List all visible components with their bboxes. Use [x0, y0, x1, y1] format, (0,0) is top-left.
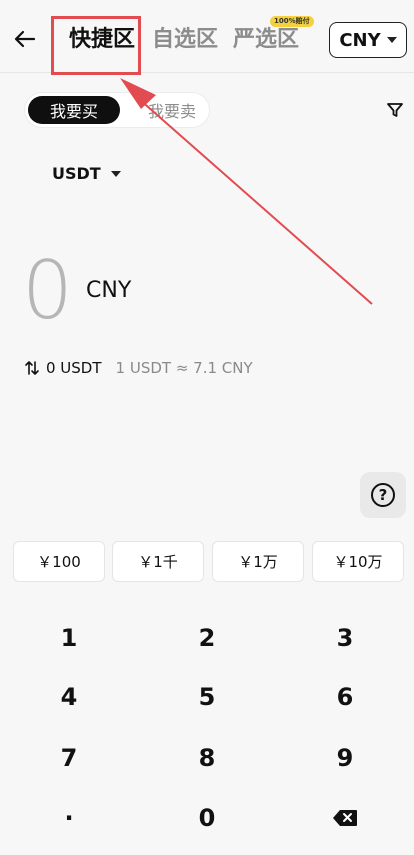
key-0[interactable]: 0 [138, 790, 276, 846]
caret-down-icon [110, 170, 121, 177]
key-backspace[interactable] [276, 790, 414, 846]
coin-label: USDT [52, 164, 101, 183]
currency-label: CNY [339, 29, 381, 51]
currency-selector[interactable]: CNY [329, 22, 407, 58]
buy-option[interactable]: 我要买 [28, 96, 120, 124]
quick-amount-10k[interactable]: ￥1万 [212, 541, 304, 582]
quick-amount-100k[interactable]: ￥10万 [312, 541, 404, 582]
conversion-amount: 0 USDT [46, 359, 102, 377]
annotation-arrow [120, 78, 373, 305]
key-8[interactable]: 8 [138, 730, 276, 786]
key-5[interactable]: 5 [138, 669, 276, 725]
conversion-row: 0 USDT 1 USDT ≈ 7.1 CNY [24, 359, 253, 377]
key-9[interactable]: 9 [276, 730, 414, 786]
help-button[interactable]: ? [360, 472, 406, 518]
sell-option[interactable]: 我要卖 [137, 96, 207, 124]
quick-amount-1k[interactable]: ￥1千 [112, 541, 204, 582]
key-1[interactable]: 1 [0, 610, 138, 666]
help-icon: ? [371, 483, 395, 507]
annotation-highlight-box [51, 16, 141, 75]
back-arrow-icon[interactable] [12, 26, 38, 52]
guarantee-badge: 100%赔付 [270, 16, 314, 27]
backspace-icon [333, 810, 357, 826]
key-6[interactable]: 6 [276, 669, 414, 725]
exchange-rate: 1 USDT ≈ 7.1 CNY [115, 359, 253, 377]
coin-selector[interactable]: USDT [52, 164, 121, 183]
caret-down-icon [386, 37, 397, 43]
amount-currency: CNY [86, 278, 132, 303]
key-4[interactable]: 4 [0, 669, 138, 725]
key-2[interactable]: 2 [138, 610, 276, 666]
tab-selected-zone[interactable]: 自选区 [152, 27, 218, 53]
tab-premium-zone[interactable]: 严选区 [233, 27, 299, 53]
amount-value: 0 [22, 244, 73, 337]
key-3[interactable]: 3 [276, 610, 414, 666]
swap-icon[interactable] [24, 360, 40, 376]
key-7[interactable]: 7 [0, 730, 138, 786]
filter-icon[interactable] [386, 101, 404, 119]
quick-amount-100[interactable]: ￥100 [13, 541, 105, 582]
buy-sell-toggle: 我要买 我要卖 [24, 92, 210, 128]
key-dot[interactable]: · [0, 790, 138, 846]
